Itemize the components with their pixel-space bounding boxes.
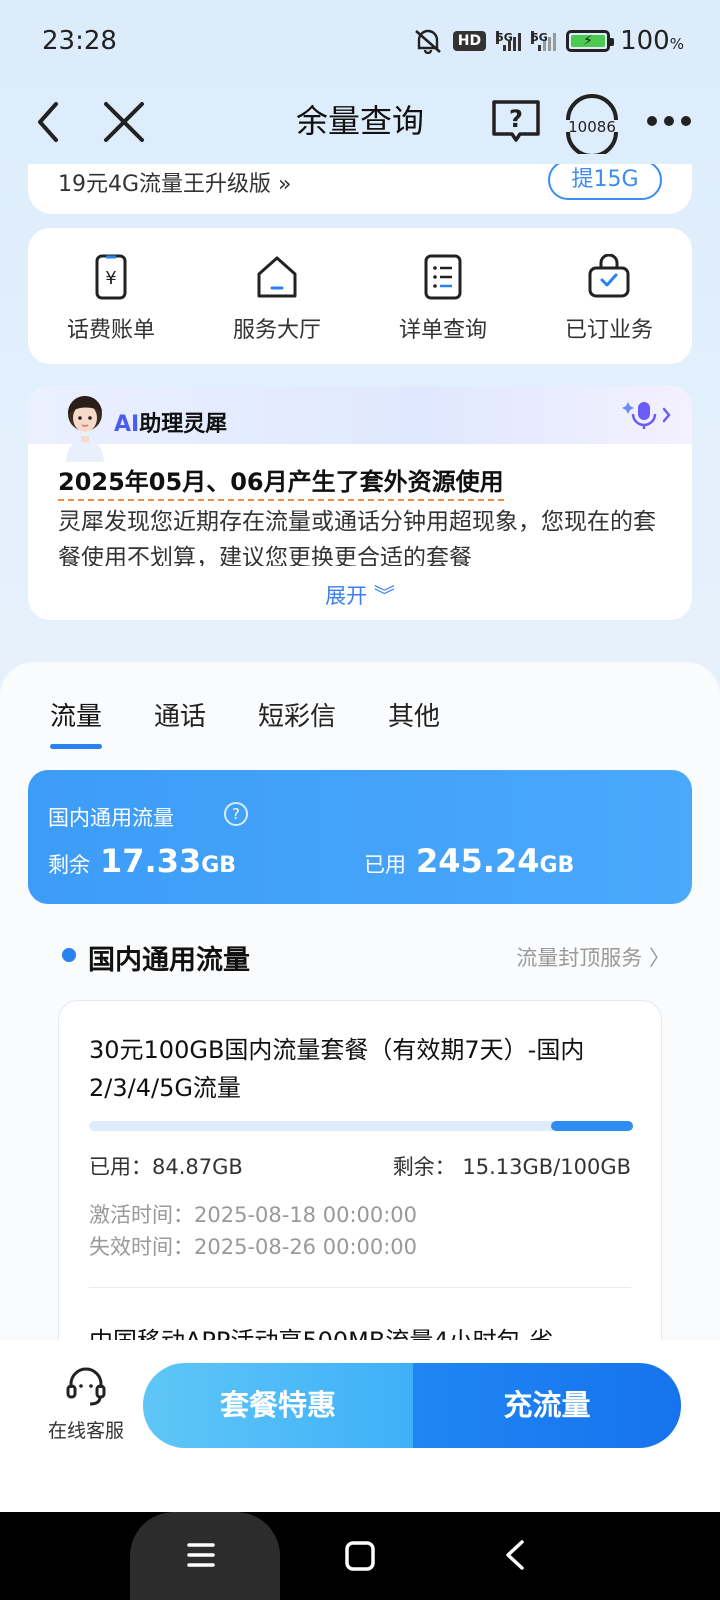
usage-panel: 流量 通话 短彩信 其他 国内通用流量 ? 剩余 17.33GB 已用 245.24… xyxy=(0,662,720,1340)
ai-brand: AI助理灵犀 xyxy=(114,406,227,438)
section-dot xyxy=(62,948,76,962)
svg-text:?: ? xyxy=(509,105,523,133)
hotline-headset-icon[interactable]: 10086 xyxy=(560,90,624,154)
expand-button[interactable]: 展开 ︾ xyxy=(28,580,692,610)
app-header: 余量查询 ? 10086 xyxy=(0,84,720,164)
package-card[interactable]: 30元100GB国内流量套餐（有效期7天）-国内2/3/4/5G流量 已用：84… xyxy=(58,1000,662,1340)
hd-badge: HD xyxy=(452,31,487,51)
package-used: 已用：84.87GB xyxy=(89,1155,243,1179)
signal-label-2: 5G xyxy=(531,31,548,44)
package-remaining: 剩余： 15.13GB/100GB xyxy=(392,1155,631,1179)
used-unit: GB xyxy=(539,853,575,878)
system-nav-bar xyxy=(0,1512,720,1600)
bag-icon xyxy=(588,254,630,298)
headset-icon xyxy=(66,1367,106,1406)
ai-alert-title: 2025年05月、06月产生了套外资源使用 xyxy=(58,462,504,501)
remaining-value: 17.33 xyxy=(100,842,202,880)
quick-link-details[interactable]: 详单查询 xyxy=(360,228,526,364)
divider xyxy=(89,1287,631,1288)
quick-link-label: 详单查询 xyxy=(398,318,487,343)
quick-link-label: 话费账单 xyxy=(66,318,155,343)
quick-link-subscriptions[interactable]: 已订业务 xyxy=(526,228,692,364)
home-square-icon[interactable] xyxy=(344,1540,376,1572)
quick-link-service-hall[interactable]: 服务大厅 xyxy=(194,228,360,364)
ai-brand-name: 助理灵犀 xyxy=(139,412,228,437)
status-icons: HD 5G 5G ⚡ 100% xyxy=(413,26,684,56)
list-icon xyxy=(424,254,462,300)
remaining-unit: GB xyxy=(201,853,237,878)
section-header: 国内通用流量 流量封顶服务 〉 xyxy=(60,936,670,976)
remaining-label: 剩余 xyxy=(48,853,90,877)
customer-service-button[interactable]: 在线客服 xyxy=(44,1364,128,1443)
hotline-number: 10086 xyxy=(568,118,616,136)
summary-remaining: 剩余 17.33GB xyxy=(48,842,236,880)
tab-sms[interactable]: 短彩信 xyxy=(258,696,336,733)
signal-icon-1: 5G xyxy=(496,31,522,51)
signal-label-1: 5G xyxy=(496,31,513,44)
customer-service-label: 在线客服 xyxy=(47,1420,124,1442)
bill-icon: ¥ xyxy=(95,254,127,300)
nav-back-icon[interactable] xyxy=(500,1538,530,1572)
tab-calls[interactable]: 通话 xyxy=(154,696,206,733)
question-icon[interactable]: ? xyxy=(224,802,248,826)
bottom-action-bar: 在线客服 套餐特惠 充流量 xyxy=(0,1340,720,1512)
ai-assistant-card: AI助理灵犀 2025年05月、06月产生了套外资源使用 灵犀发现您近期存在流量… xyxy=(28,386,692,620)
data-summary-card: 国内通用流量 ? 剩余 17.33GB 已用 245.24GB xyxy=(28,770,692,904)
tab-data[interactable]: 流量 xyxy=(50,696,103,749)
package-name: 30元100GB国内流量套餐（有效期7天）-国内2/3/4/5G流量 xyxy=(89,1036,585,1102)
menu-icon[interactable] xyxy=(186,1540,216,1570)
usage-progress-bar xyxy=(89,1121,633,1131)
used-value: 245.24 xyxy=(416,842,540,880)
home-icon xyxy=(257,256,297,298)
battery-level: 100% xyxy=(620,26,684,56)
recharge-data-button[interactable]: 充流量 xyxy=(413,1363,681,1448)
more-icon[interactable] xyxy=(644,98,694,144)
next-package-name: 中国移动APP活动享500MB流量4小时包-省 xyxy=(89,1321,553,1340)
scroll-content[interactable]: 19元4G流量王升级版 » 提15G ¥ 话费账单 服务大厅 详单查询 已订业务… xyxy=(0,164,720,1340)
svg-text:¥: ¥ xyxy=(105,268,116,289)
status-bar: 23:28 HD 5G 5G ⚡ 100% xyxy=(0,0,720,84)
usage-tabs: 流量 通话 短彩信 其他 xyxy=(50,696,440,749)
assistant-avatar-icon xyxy=(66,395,104,462)
voice-mic-icon[interactable] xyxy=(620,400,676,430)
summary-used: 已用 245.24GB xyxy=(364,842,574,880)
mute-vibrate-icon xyxy=(414,29,441,54)
ai-brand-prefix: AI xyxy=(114,412,140,437)
promo-text[interactable]: 19元4G流量王升级版 » xyxy=(58,166,292,198)
plan-deals-button[interactable]: 套餐特惠 xyxy=(143,1363,413,1448)
quick-link-label: 已订业务 xyxy=(564,318,653,343)
summary-title: 国内通用流量 xyxy=(48,806,174,830)
section-title: 国内通用流量 xyxy=(88,945,250,976)
promo-card: 19元4G流量王升级版 » 提15G xyxy=(28,164,692,214)
help-book-icon[interactable]: ? xyxy=(490,94,542,146)
used-label: 已用 xyxy=(364,853,406,877)
signal-icon-2: 5G xyxy=(531,31,557,51)
package-activated: 激活时间：2025-08-18 00:00:00 xyxy=(89,1203,418,1227)
tab-other[interactable]: 其他 xyxy=(388,696,440,733)
quick-links: ¥ 话费账单 服务大厅 详单查询 已订业务 xyxy=(28,228,692,364)
data-cap-service-link[interactable]: 流量封顶服务 〉 xyxy=(516,942,670,972)
status-time: 23:28 xyxy=(42,26,117,56)
usage-progress-fill xyxy=(550,1121,633,1131)
ai-alert-body: 灵犀发现您近期存在流量或通话分钟用超现象，您现在的套餐使用不划算，建议您更换更合… xyxy=(58,509,656,566)
battery-icon: ⚡ xyxy=(566,30,615,52)
quick-link-label: 服务大厅 xyxy=(232,318,321,343)
promo-button[interactable]: 提15G xyxy=(548,164,662,200)
quick-link-bill[interactable]: ¥ 话费账单 xyxy=(28,228,194,364)
package-expires: 失效时间：2025-08-26 00:00:00 xyxy=(89,1235,418,1259)
